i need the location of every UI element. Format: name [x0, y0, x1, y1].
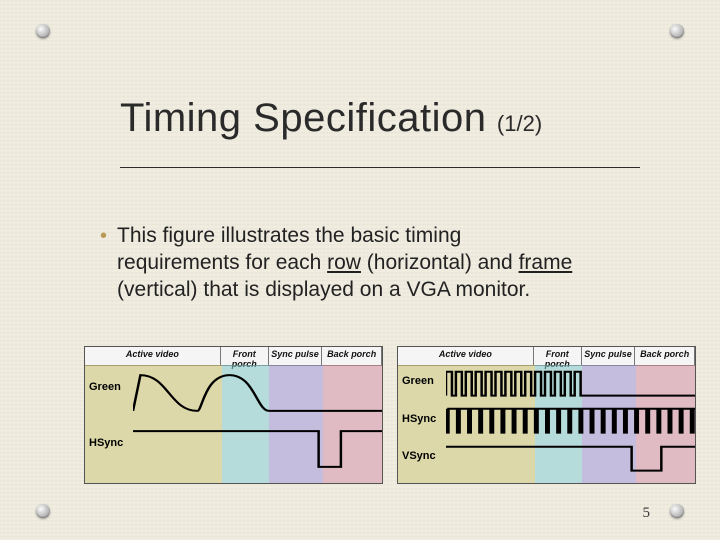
signal-waveform [446, 365, 696, 402]
signal-label: Green [89, 381, 121, 393]
segment-label: Back porch [322, 347, 382, 365]
segment-label: Sync pulse [582, 347, 636, 365]
segment-label: Active video [398, 347, 534, 365]
screw-decoration [670, 504, 684, 518]
timing-figure-horizontal: Active videoFront porchSync pulseBack po… [84, 346, 383, 484]
page-title: Timing Specification [120, 96, 486, 140]
bullet-text: This figure illustrates the basic timing… [117, 222, 587, 303]
signal-waveform [133, 421, 383, 477]
segment-label: Front porch [221, 347, 269, 365]
bullet-underline-frame: frame [519, 251, 573, 274]
bullet-part: (vertical) that is displayed on a VGA mo… [117, 278, 530, 301]
page-title-sub: (1/2) [497, 111, 542, 136]
signal-waveform [133, 365, 383, 421]
page-number: 5 [643, 505, 651, 522]
screw-decoration [670, 24, 684, 38]
signal-waveform [446, 440, 696, 477]
signal-label: Green [402, 375, 434, 387]
signal-label: HSync [89, 437, 123, 449]
figures-row: Active videoFront porchSync pulseBack po… [84, 346, 696, 484]
title-block: Timing Specification (1/2) [120, 96, 640, 168]
timing-figure-vertical: Active videoFront porchSync pulseBack po… [397, 346, 696, 484]
screw-decoration [36, 24, 50, 38]
signal-label: HSync [402, 413, 436, 425]
signal-waveform [446, 402, 696, 439]
body: • This figure illustrates the basic timi… [100, 222, 640, 303]
bullet-icon: • [100, 222, 107, 250]
segment-label: Sync pulse [269, 347, 323, 365]
segment-labels-row: Active videoFront porchSync pulseBack po… [85, 347, 382, 366]
bullet-underline-row: row [327, 251, 361, 274]
signal-label: VSync [402, 450, 436, 462]
segment-labels-row: Active videoFront porchSync pulseBack po… [398, 347, 695, 366]
segment-label: Front porch [534, 347, 582, 365]
screw-decoration [36, 504, 50, 518]
bullet-part: (horizontal) and [361, 251, 519, 274]
segment-label: Back porch [635, 347, 695, 365]
bullet-item: • This figure illustrates the basic timi… [100, 222, 640, 303]
segment-label: Active video [85, 347, 221, 365]
title-rule [120, 167, 640, 168]
